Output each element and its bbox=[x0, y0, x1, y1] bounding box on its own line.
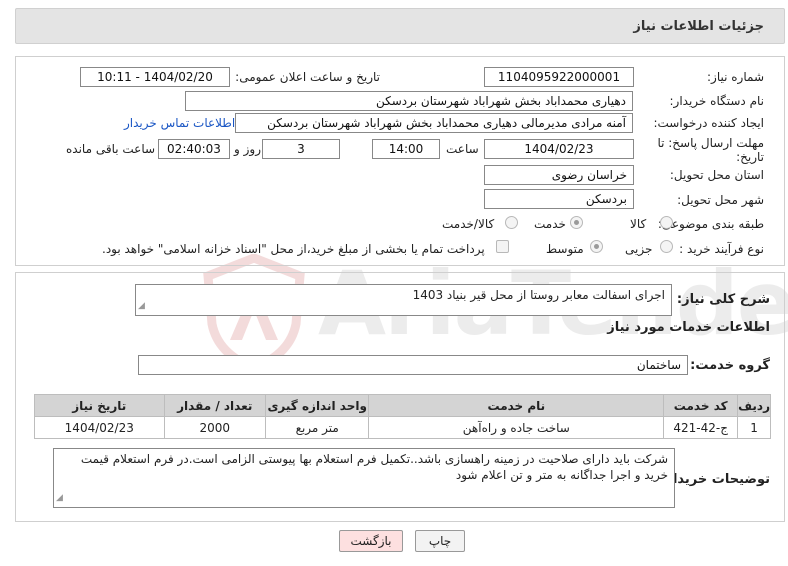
page-header: جزئیات اطلاعات نیاز bbox=[15, 8, 785, 44]
category-option-goods: کالا bbox=[630, 217, 647, 231]
remaining-time-field: 02:40:03 bbox=[158, 139, 230, 159]
services-section-title: اطلاعات خدمات مورد نیاز bbox=[607, 320, 770, 335]
page-title: جزئیات اطلاعات نیاز bbox=[633, 19, 764, 34]
table-row: 1 ج-42-421 ساخت جاده و راه‌آهن متر مربع … bbox=[34, 416, 771, 439]
col-quantity: تعداد / مقدار bbox=[163, 394, 266, 417]
buyer-org-field: دهیاری محمداباد بخش شهراباد شهرستان بردس… bbox=[185, 91, 633, 111]
cell-quantity: 2000 bbox=[163, 416, 266, 439]
deadline-time-field: 14:00 bbox=[372, 139, 440, 159]
table-header-row: ردیف کد خدمت نام خدمت واحد اندازه گیری ت… bbox=[34, 394, 771, 417]
announce-datetime-field: 1404/02/20 - 10:11 bbox=[80, 67, 230, 87]
buyer-contact-link[interactable]: اطلاعات تماس خریدار bbox=[124, 116, 235, 130]
purchase-type-option-minor: جزیی bbox=[625, 242, 653, 256]
back-button[interactable]: بازگشت bbox=[339, 530, 403, 552]
treasury-payment-note: پرداخت تمام یا بخشی از مبلغ خرید،از محل … bbox=[102, 242, 485, 256]
deadline-label-line2: تاریخ: bbox=[736, 150, 764, 164]
deadline-label-line1: مهلت ارسال پاسخ: تا bbox=[657, 136, 764, 150]
buyer-notes-label: توضیحات خریدار: bbox=[660, 472, 770, 487]
services-table: ردیف کد خدمت نام خدمت واحد اندازه گیری ت… bbox=[34, 394, 771, 439]
treasury-payment-checkbox[interactable] bbox=[496, 240, 509, 253]
creator-field: آمنه مرادی مدیرمالی دهیاری محمداباد بخش … bbox=[235, 113, 633, 133]
city-label: شهر محل تحویل: bbox=[677, 193, 764, 207]
purchase-type-radio-medium[interactable] bbox=[590, 240, 603, 253]
deadline-date-field: 1404/02/23 bbox=[484, 139, 634, 159]
col-unit: واحد اندازه گیری bbox=[264, 394, 370, 417]
deadline-days-field: 3 bbox=[262, 139, 340, 159]
service-group-field: ساختمان bbox=[138, 355, 688, 375]
purchase-type-option-medium: متوسط bbox=[546, 242, 584, 256]
col-need-date: تاریخ نیاز bbox=[34, 394, 165, 417]
service-group-label: گروه خدمت: bbox=[690, 358, 770, 373]
buyer-notes-textarea[interactable]: شرکت باید دارای صلاحیت در زمینه راهسازی … bbox=[53, 448, 675, 508]
cell-unit: متر مربع bbox=[264, 416, 370, 439]
deadline-time-label: ساعت bbox=[446, 142, 479, 156]
category-option-goods-service: کالا/خدمت bbox=[442, 217, 495, 231]
city-field: بردسکن bbox=[484, 189, 634, 209]
cell-need-date: 1404/02/23 bbox=[34, 416, 165, 439]
purchase-type-label: نوع فرآیند خرید : bbox=[679, 242, 764, 256]
announce-datetime-label: تاریخ و ساعت اعلان عمومی: bbox=[235, 70, 380, 84]
summary-text: اجرای اسفالت معابر روستا از محل قیر بنیا… bbox=[412, 288, 665, 302]
category-label: طبقه بندی موضوعی: bbox=[657, 217, 764, 231]
cell-row-number: 1 bbox=[737, 416, 771, 439]
deadline-days-label: روز و bbox=[234, 142, 261, 156]
need-number-field: 1104095922000001 bbox=[484, 67, 634, 87]
buyer-org-label: نام دستگاه خریدار: bbox=[669, 94, 765, 108]
col-row-number: ردیف bbox=[737, 394, 771, 417]
category-radio-goods[interactable] bbox=[660, 216, 673, 229]
province-label: استان محل تحویل: bbox=[669, 168, 764, 182]
summary-textarea[interactable]: اجرای اسفالت معابر روستا از محل قیر بنیا… bbox=[135, 284, 672, 316]
print-button[interactable]: چاپ bbox=[415, 530, 465, 552]
creator-label: ایجاد کننده درخواست: bbox=[653, 116, 764, 130]
resize-grip-icon: ◢ bbox=[138, 301, 145, 311]
resize-grip-icon: ◢ bbox=[56, 493, 63, 503]
category-option-service: خدمت bbox=[534, 217, 566, 231]
category-radio-service[interactable] bbox=[570, 216, 583, 229]
need-details-panel bbox=[15, 56, 785, 266]
category-radio-goods-service[interactable] bbox=[505, 216, 518, 229]
buyer-notes-text: شرکت باید دارای صلاحیت در زمینه راهسازی … bbox=[80, 452, 668, 482]
province-field: خراسان رضوی bbox=[484, 165, 634, 185]
col-service-code: کد خدمت bbox=[663, 394, 739, 417]
cell-service-code: ج-42-421 bbox=[663, 416, 739, 439]
col-service-name: نام خدمت bbox=[368, 394, 665, 417]
need-number-label: شماره نیاز: bbox=[707, 70, 764, 84]
purchase-type-radio-minor[interactable] bbox=[660, 240, 673, 253]
summary-label: شرح کلی نیاز: bbox=[676, 292, 770, 307]
cell-service-name: ساخت جاده و راه‌آهن bbox=[368, 416, 665, 439]
remaining-time-label: ساعت باقی مانده bbox=[66, 142, 156, 156]
